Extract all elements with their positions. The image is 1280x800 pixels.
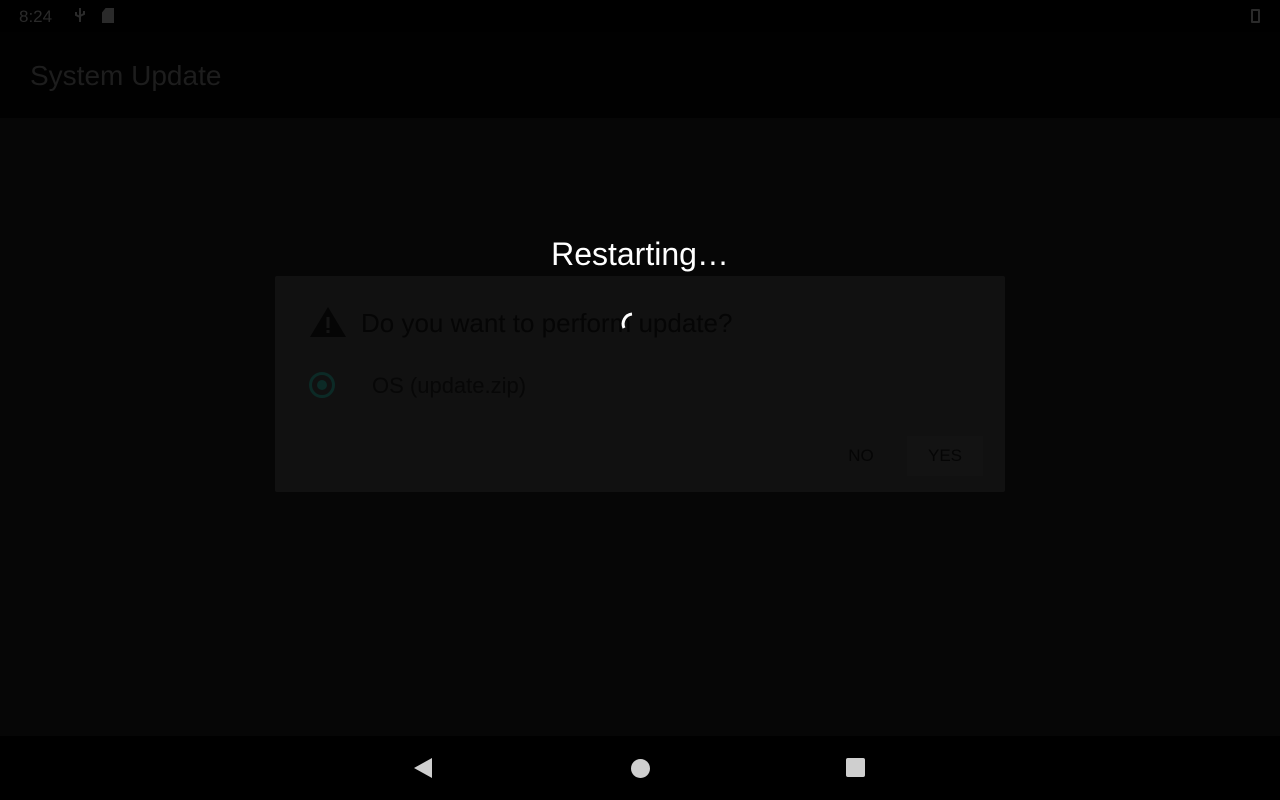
progress-spinner-icon	[620, 308, 648, 336]
restarting-message: Restarting…	[551, 236, 729, 272]
screen: 8:24 System Update Do you want to perfor…	[0, 0, 1280, 800]
navigation-bar	[0, 736, 1280, 800]
progress-scrim	[0, 0, 1280, 800]
recents-icon[interactable]	[846, 758, 865, 777]
back-icon[interactable]	[413, 757, 433, 779]
home-icon[interactable]	[631, 759, 650, 778]
